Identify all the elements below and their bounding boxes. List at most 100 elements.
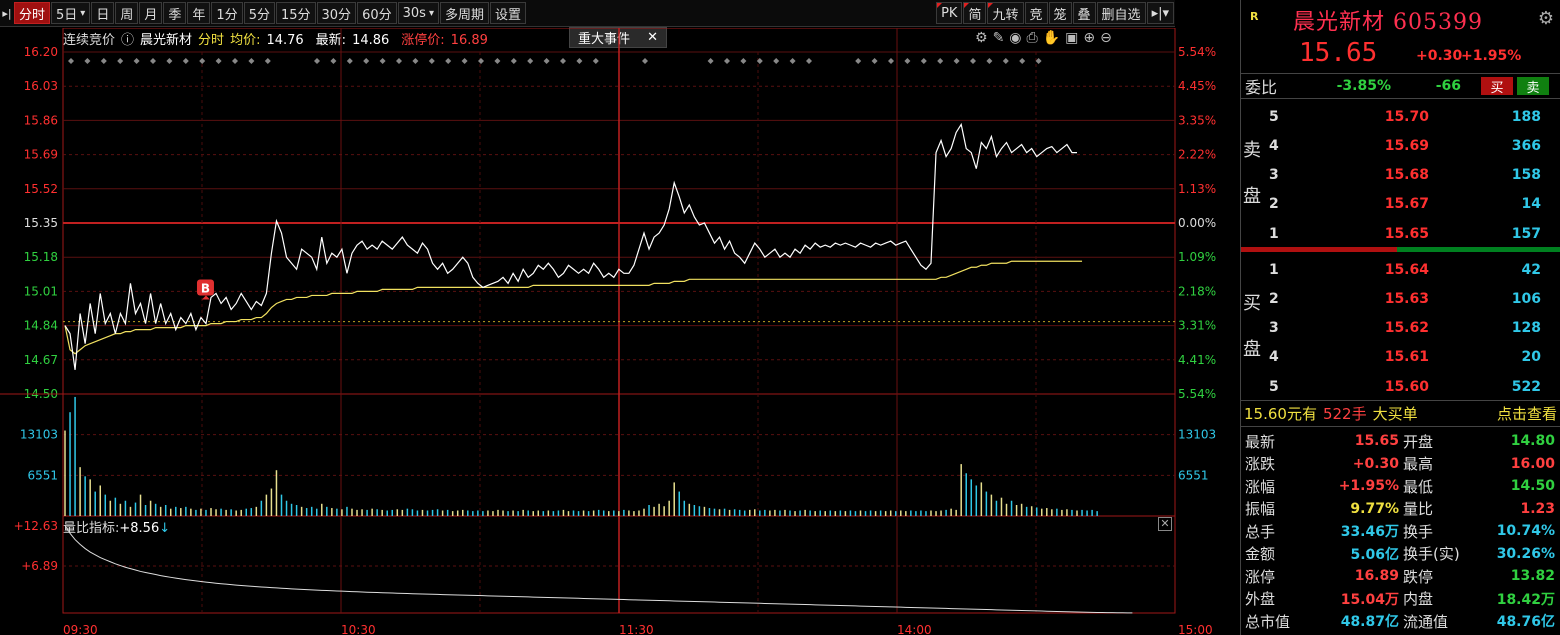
event-marker-icon (527, 58, 534, 64)
stat-label: 外盘 (1245, 590, 1276, 609)
vol-tick-right: 13103 (1178, 428, 1216, 442)
ask-row[interactable]: 5 15.70 188 (1269, 102, 1559, 131)
bid-row[interactable]: 3 15.62 128 (1269, 314, 1559, 343)
stat-value: 14.50 (1510, 478, 1555, 495)
bid-row[interactable]: 1 15.64 42 (1269, 255, 1559, 284)
big-order-price: 15.60元有 (1244, 405, 1317, 423)
period-tab[interactable]: 1分 (211, 2, 243, 24)
event-marker-icon (428, 58, 435, 64)
stat-value: 1.23 (1520, 500, 1555, 517)
level-volume: 14 (1521, 196, 1541, 213)
period-tab[interactable]: 5分 (243, 2, 275, 24)
stat-value: 9.77% (1350, 500, 1399, 517)
x-tick: 15:00 (1178, 623, 1213, 635)
tool-button[interactable]: 简 (963, 2, 987, 24)
stat-label: 总手 (1245, 522, 1276, 541)
vol-tick-left: 6551 (27, 468, 58, 482)
period-tab[interactable]: 分时 (14, 2, 51, 24)
level-volume: 106 (1511, 290, 1541, 307)
y-tick-left: 14.67 (24, 353, 58, 367)
ask-book: 卖盘 5 15.70 188 4 15.69 366 3 15.68 158 2 15.67 14 1 1… (1241, 100, 1560, 246)
vol-tick-left: 13103 (20, 428, 58, 442)
level-price: 15.60 (1384, 378, 1429, 395)
event-marker-icon (986, 58, 993, 64)
y-tick-left: 15.18 (24, 250, 58, 264)
period-tab[interactable]: 5日 (51, 2, 91, 24)
stat-label: 内盘 (1403, 590, 1434, 609)
level-volume: 522 (1511, 378, 1541, 395)
level-price: 15.68 (1384, 167, 1429, 184)
event-marker-icon (199, 58, 206, 64)
tool-button[interactable]: PK (936, 2, 963, 24)
multi-period-button[interactable]: 多周期 (439, 2, 489, 24)
y-tick-left: 15.01 (24, 284, 58, 298)
period-tab[interactable]: 年 (187, 2, 211, 24)
stock-title[interactable]: 晨光新材 605399 (1293, 4, 1483, 36)
buy-button[interactable]: 买 (1481, 77, 1513, 96)
stat-label: 量比 (1403, 500, 1434, 519)
close-indicator-icon[interactable]: ✕ (1158, 517, 1172, 531)
y-tick-left: 15.35 (24, 216, 58, 230)
stat-label: 涨停 (1245, 567, 1276, 586)
period-tab[interactable]: 15分 (275, 2, 316, 24)
level-volume: 128 (1511, 320, 1541, 337)
tool-button[interactable]: 竞 (1024, 2, 1048, 24)
tool-button[interactable]: 九转 (987, 2, 1024, 24)
tool-button[interactable]: 笼 (1048, 2, 1072, 24)
y-tick-left: 15.52 (24, 182, 58, 196)
y-tick-right: 1.09% (1178, 250, 1216, 264)
event-marker-icon (379, 58, 386, 64)
y-tick-right: 3.35% (1178, 113, 1216, 127)
pin-icon[interactable]: ▸| (0, 7, 14, 20)
period-toolbar: ▸| 分时5日日周月季年1分5分15分30分60分 30s 多周期 设置 PK简… (0, 0, 1175, 27)
period-tab[interactable]: 季 (163, 2, 187, 24)
view-details-link[interactable]: 点击查看 (1497, 403, 1557, 424)
tool-button[interactable]: 叠 (1072, 2, 1096, 24)
gear-icon[interactable]: ⚙ (1538, 8, 1554, 29)
interval-select[interactable]: 30s (397, 2, 439, 24)
period-tab[interactable]: 周 (115, 2, 139, 24)
level-price: 15.61 (1384, 349, 1429, 366)
stat-value: 16.00 (1510, 455, 1555, 472)
order-ratio-diff: -66 (1435, 78, 1461, 94)
event-marker-icon (461, 58, 468, 64)
ask-row[interactable]: 1 15.65 157 (1269, 219, 1559, 248)
intraday-chart[interactable]: 16.20 5.54% 16.03 4.45% 15.86 3.35% 15.69 2.22%… (0, 28, 1240, 635)
sell-button[interactable]: 卖 (1517, 77, 1549, 96)
ask-row[interactable]: 2 15.67 14 (1269, 190, 1559, 219)
period-tab[interactable]: 60分 (357, 2, 397, 24)
ask-row[interactable]: 4 15.69 366 (1269, 131, 1559, 160)
y-tick-right: 0.00% (1178, 216, 1216, 230)
stat-label: 涨幅 (1245, 477, 1276, 496)
level: 5 (1269, 378, 1279, 395)
event-marker-icon (215, 58, 222, 64)
bid-book: 买盘 1 15.64 42 2 15.63 106 3 15.62 128 4 15.61 20 5 15… (1241, 253, 1560, 399)
collapse-panel-icon[interactable]: ▸|▾ (1146, 2, 1174, 24)
level: 5 (1269, 108, 1279, 125)
big-order-label: 大买单 (1372, 405, 1418, 423)
event-marker-icon (182, 58, 189, 64)
current-price: 15.65 (1299, 38, 1378, 68)
level-volume: 20 (1521, 349, 1541, 366)
quote-panel: R 晨光新材 605399 ⚙ 15.65 +0.30 +1.95% 委比 -3… (1240, 0, 1560, 635)
tool-button[interactable]: 删自选 (1096, 2, 1146, 24)
stat-row: 涨跌 +0.30 最高 16.00 (1241, 453, 1560, 476)
stat-value: 16.89 (1354, 568, 1399, 585)
bid-row[interactable]: 2 15.63 106 (1269, 284, 1559, 313)
level: 3 (1269, 320, 1279, 337)
event-marker-icon (576, 58, 583, 64)
bid-row[interactable]: 5 15.60 522 (1269, 372, 1559, 401)
stat-label: 最低 (1403, 477, 1434, 496)
ask-row[interactable]: 3 15.68 158 (1269, 161, 1559, 190)
level: 1 (1269, 225, 1279, 242)
settings-button[interactable]: 设置 (489, 2, 526, 24)
level: 4 (1269, 349, 1279, 366)
period-tab[interactable]: 日 (91, 2, 115, 24)
period-tab[interactable]: 月 (139, 2, 163, 24)
big-order-row: 15.60元有 522手 大买单 点击查看 (1241, 400, 1560, 427)
order-ratio-row: 委比 -3.85% -66 买 卖 (1241, 73, 1560, 99)
bid-row[interactable]: 4 15.61 20 (1269, 343, 1559, 372)
event-marker-icon (248, 58, 255, 64)
stat-label: 流通值 (1403, 612, 1449, 631)
period-tab[interactable]: 30分 (316, 2, 357, 24)
